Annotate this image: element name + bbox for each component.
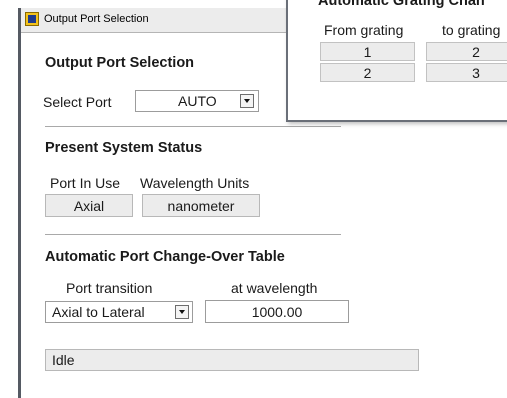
port-transition-value: Axial to Lateral bbox=[52, 304, 145, 320]
grating-window-title: Automatic Grating Chan bbox=[318, 0, 485, 9]
to-grating-header: to grating bbox=[442, 22, 501, 38]
port-transition-dropdown[interactable]: Axial to Lateral bbox=[45, 301, 193, 323]
system-status-heading: Present System Status bbox=[45, 140, 203, 156]
output-port-heading: Output Port Selection bbox=[45, 55, 195, 71]
window-title: Output Port Selection bbox=[44, 13, 149, 25]
section-divider bbox=[45, 126, 341, 128]
port-in-use-value: Axial bbox=[45, 194, 133, 217]
from-grating-cell[interactable]: 2 bbox=[320, 63, 415, 82]
status-bar: Idle bbox=[45, 349, 419, 371]
wavelength-units-label: Wavelength Units bbox=[140, 175, 250, 191]
select-port-label: Select Port bbox=[43, 94, 112, 110]
wavelength-input[interactable]: 1000.00 bbox=[205, 300, 349, 323]
at-wavelength-label: at wavelength bbox=[231, 280, 318, 296]
select-port-value: AUTO bbox=[178, 93, 217, 109]
grating-change-window: Automatic Grating Chan From grating to g… bbox=[286, 0, 507, 122]
port-transition-label: Port transition bbox=[66, 280, 153, 296]
to-grating-cell[interactable]: 2 bbox=[426, 42, 507, 61]
chevron-down-icon[interactable] bbox=[175, 305, 189, 319]
from-grating-cell[interactable]: 1 bbox=[320, 42, 415, 61]
screen: Output Port Selection Output Port Select… bbox=[0, 0, 507, 398]
chevron-down-icon[interactable] bbox=[240, 94, 254, 108]
from-grating-header: From grating bbox=[324, 22, 404, 38]
section-divider bbox=[45, 234, 341, 236]
wavelength-units-value: nanometer bbox=[142, 194, 260, 217]
port-in-use-label: Port In Use bbox=[50, 175, 121, 191]
select-port-dropdown[interactable]: AUTO bbox=[135, 90, 259, 112]
changeover-table-heading: Automatic Port Change-Over Table bbox=[45, 249, 285, 265]
labview-app-icon bbox=[25, 12, 39, 26]
to-grating-cell[interactable]: 3 bbox=[426, 63, 507, 82]
